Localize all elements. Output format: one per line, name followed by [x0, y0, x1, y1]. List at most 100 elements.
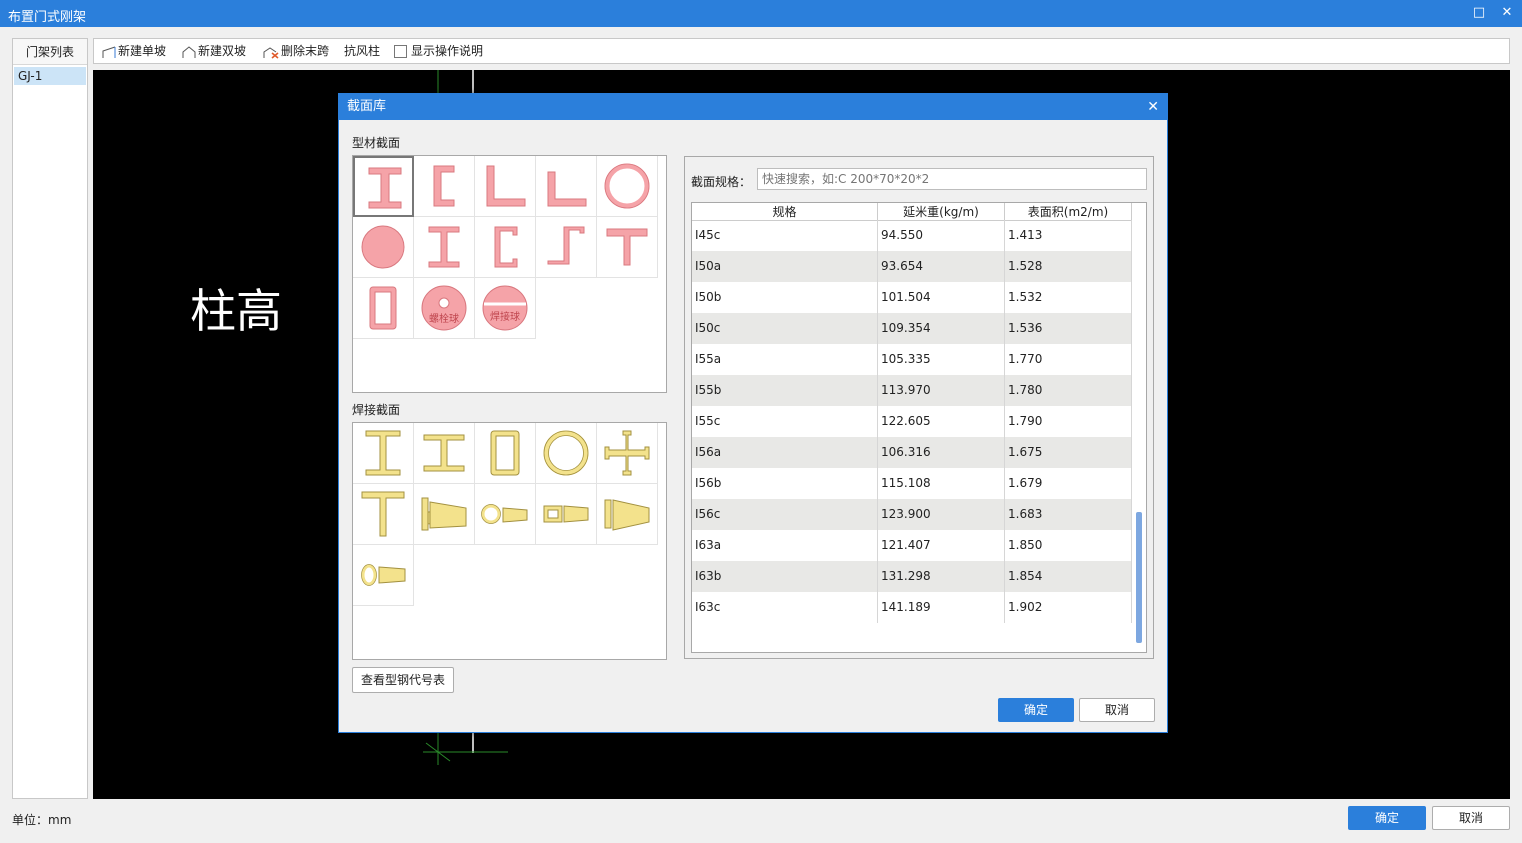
frame-list-item[interactable]: GJ-1 [14, 67, 86, 85]
show-help-checkbox[interactable] [394, 45, 407, 58]
welded-section-grid [352, 422, 667, 660]
area-cell: 1.532 [1005, 282, 1132, 313]
lipped-channel-profile-cell[interactable] [475, 217, 536, 278]
spec-cell: I56a [692, 437, 878, 468]
channel-profile-cell[interactable] [414, 156, 475, 217]
window-close-icon[interactable]: ✕ [1499, 5, 1515, 21]
tapered-circle-cell[interactable] [475, 484, 536, 545]
main-cancel-button[interactable]: 取消 [1432, 806, 1510, 830]
weight-cell: 106.316 [878, 437, 1005, 468]
main-ok-button[interactable]: 确定 [1348, 806, 1426, 830]
area-cell: 1.528 [1005, 251, 1132, 282]
spec-cell: I56c [692, 499, 878, 530]
welded-t-cell[interactable] [353, 484, 414, 545]
col-area-header[interactable]: 表面积(m2/m) [1005, 203, 1132, 221]
section-library-dialog: 截面库 ✕ 型材截面 螺栓球 焊接球 焊接截面 查看型钢代号表 截面规格： 快速… [338, 93, 1168, 733]
welded-cross-cell[interactable] [597, 423, 658, 484]
weight-cell: 113.970 [878, 375, 1005, 406]
bolt-ball-profile-cell[interactable]: 螺栓球 [414, 278, 475, 339]
welded-box-cell[interactable] [475, 423, 536, 484]
tapered-ring-cell[interactable] [353, 545, 414, 606]
area-cell: 1.770 [1005, 344, 1132, 375]
table-row[interactable]: I56a 106.316 1.675 [692, 437, 1132, 468]
spec-cell: I63c [692, 592, 878, 623]
weight-cell: 105.335 [878, 344, 1005, 375]
table-row[interactable]: I63c 141.189 1.902 [692, 592, 1132, 623]
tapered-i-icon [421, 497, 467, 531]
h-beam-profile-cell[interactable] [414, 217, 475, 278]
welded-circle-cell[interactable] [536, 423, 597, 484]
table-row[interactable]: I55a 105.335 1.770 [692, 344, 1132, 375]
spec-cell: I63b [692, 561, 878, 592]
welded-i-icon [365, 430, 401, 476]
unequal-angle-icon [547, 171, 587, 207]
h-beam-icon [428, 226, 460, 268]
dialog-ok-button[interactable]: 确定 [998, 698, 1074, 722]
section-spec-panel: 截面规格： 规格 延米重(kg/m) 表面积(m2/m) I45c94.5501… [684, 156, 1154, 659]
weld-ball-label: 焊接球 [490, 310, 520, 323]
spec-cell: I63a [692, 530, 878, 561]
spec-cell: I56b [692, 468, 878, 499]
table-row[interactable]: I45c 94.550 1.413 [692, 220, 1132, 251]
tapered-box-cell[interactable] [536, 484, 597, 545]
dialog-cancel-button[interactable]: 取消 [1079, 698, 1155, 722]
tapered-i-cell[interactable] [414, 484, 475, 545]
z-section-profile-cell[interactable] [536, 217, 597, 278]
spec-cell: I55b [692, 375, 878, 406]
maximize-icon[interactable]: □ [1471, 5, 1487, 21]
table-row[interactable]: I56c 123.900 1.683 [692, 499, 1132, 530]
area-cell: 1.850 [1005, 530, 1132, 561]
rect-tube-icon [369, 286, 397, 330]
table-row[interactable]: I63a 121.407 1.850 [692, 530, 1132, 561]
weld-ball-icon: 焊接球 [482, 285, 528, 331]
welded-circle-icon [543, 430, 589, 476]
rect-tube-profile-cell[interactable] [353, 278, 414, 339]
tapered-box-icon [543, 505, 589, 523]
tube-profile-cell[interactable] [597, 156, 658, 217]
tapered-h-cell[interactable] [597, 484, 658, 545]
table-row[interactable]: I55c 122.605 1.790 [692, 406, 1132, 437]
column-height-label: 柱高 [190, 284, 282, 338]
new-single-slope-button[interactable]: 新建单坡 [102, 39, 166, 63]
table-row[interactable]: I56b 115.108 1.679 [692, 468, 1132, 499]
scrollbar-thumb[interactable] [1136, 512, 1142, 643]
show-help-toggle[interactable]: 显示操作说明 [394, 39, 483, 63]
dialog-close-icon[interactable]: ✕ [1147, 94, 1159, 120]
delete-last-span-button[interactable]: 删除末跨 [263, 39, 329, 63]
spec-search-input[interactable] [757, 168, 1147, 190]
z-section-icon [547, 226, 585, 265]
new-double-slope-button[interactable]: 新建双坡 [182, 39, 246, 63]
spec-table-scrollbar[interactable] [1132, 203, 1146, 652]
spec-search-label: 截面规格： [691, 175, 752, 189]
table-row[interactable]: I50c 109.354 1.536 [692, 313, 1132, 344]
welded-h-cell[interactable] [414, 423, 475, 484]
table-row[interactable]: I50a 93.654 1.528 [692, 251, 1132, 282]
round-bar-profile-cell[interactable] [353, 217, 414, 278]
col-spec-header[interactable]: 规格 [692, 203, 878, 221]
area-cell: 1.902 [1005, 592, 1132, 623]
equal-angle-profile-cell[interactable] [475, 156, 536, 217]
weight-cell: 141.189 [878, 592, 1005, 623]
tapered-circle-icon [481, 504, 528, 524]
spec-table: 规格 延米重(kg/m) 表面积(m2/m) I45c 94.550 1.413 I5… [691, 202, 1147, 653]
table-row[interactable]: I55b 113.970 1.780 [692, 375, 1132, 406]
area-cell: 1.683 [1005, 499, 1132, 530]
area-cell: 1.854 [1005, 561, 1132, 592]
window-titlebar: 布置门式刚架 □ ✕ [0, 0, 1522, 27]
welded-h-icon [423, 434, 465, 472]
spec-table-header: 规格 延米重(kg/m) 表面积(m2/m) [692, 203, 1132, 221]
view-steel-codes-button[interactable]: 查看型钢代号表 [352, 667, 454, 693]
tapered-ring-icon [361, 564, 406, 586]
col-weight-header[interactable]: 延米重(kg/m) [878, 203, 1005, 221]
dialog-titlebar: 截面库 ✕ [339, 94, 1167, 120]
single-slope-icon [102, 46, 116, 58]
unit-label: 单位：mm [12, 813, 72, 827]
i-beam-profile-cell[interactable] [353, 156, 414, 217]
weld-ball-profile-cell[interactable]: 焊接球 [475, 278, 536, 339]
welded-i-cell[interactable] [353, 423, 414, 484]
wind-column-button[interactable]: 抗风柱 [344, 39, 380, 63]
t-section-profile-cell[interactable] [597, 217, 658, 278]
table-row[interactable]: I63b 131.298 1.854 [692, 561, 1132, 592]
table-row[interactable]: I50b 101.504 1.532 [692, 282, 1132, 313]
unequal-angle-profile-cell[interactable] [536, 156, 597, 217]
